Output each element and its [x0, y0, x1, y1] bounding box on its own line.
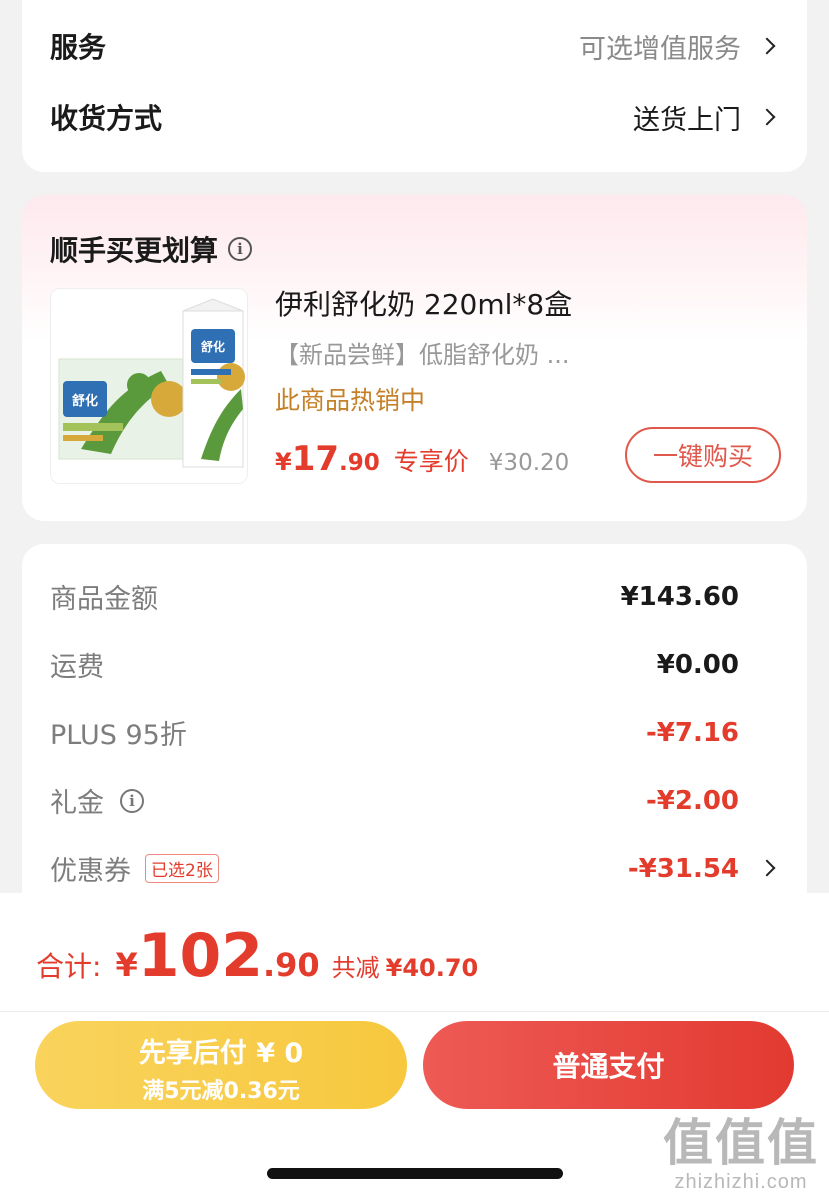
chevron-right-icon [758, 108, 776, 126]
subtotal-row: 商品金额 ¥143.60 [50, 577, 739, 616]
service-value: 可选增值服务 [579, 33, 741, 65]
coupon-selected-badge: 已选2张 [145, 854, 219, 883]
service-options-card: 服务 可选增值服务 收货方式 送货上门 [22, 0, 807, 172]
product-price: ¥ 17 .90 专享价 ¥30.20 [275, 439, 569, 479]
order-total: 合计: ¥ 102 .90 共减 ¥40.70 [36, 921, 478, 991]
promo-title: 顺手买更划算 i [50, 229, 253, 269]
shipping-value: ¥0.00 [656, 649, 739, 680]
total-saved-label: 共减 [331, 954, 380, 982]
coupon-label-text: 优惠券 [50, 856, 131, 887]
chevron-right-icon [758, 37, 776, 55]
watermark-text: 值值值 [663, 1115, 819, 1171]
divider [0, 1011, 829, 1012]
one-click-buy-button[interactable]: 一键购买 [625, 427, 781, 483]
plus-discount-row: PLUS 95折 -¥7.16 [50, 713, 739, 752]
hot-selling-text: 此商品热销中 [275, 386, 426, 415]
delivery-method-value: 送货上门 [633, 104, 741, 136]
svg-text:舒化: 舒化 [200, 339, 225, 354]
exclusive-price-tag: 专享价 [393, 447, 469, 476]
plus-discount-label: PLUS 95折 [50, 720, 187, 751]
service-label: 服务 [50, 31, 107, 64]
total-decimal: .90 [262, 946, 320, 984]
gift-cash-row: 礼金 i -¥2.00 [50, 781, 739, 820]
original-price: ¥30.20 [488, 450, 570, 476]
product-name[interactable]: 伊利舒化奶 220ml*8盒 [275, 283, 572, 323]
watermark-logo: 值值值 zhizhizhi.com [663, 1115, 819, 1194]
service-row[interactable]: 服务 可选增值服务 [50, 26, 779, 66]
total-saved-value: ¥40.70 [385, 954, 479, 982]
normal-pay-button[interactable]: 普通支付 [423, 1021, 794, 1109]
gift-cash-value: -¥2.00 [645, 785, 739, 816]
price-decimal: .90 [339, 450, 380, 476]
subtotal-label: 商品金额 [50, 584, 158, 615]
total-label: 合计: [36, 950, 102, 983]
price-currency: ¥ [275, 448, 292, 476]
amount-summary-card: 商品金额 ¥143.60 运费 ¥0.00 PLUS 95折 -¥7.16 礼金… [22, 544, 807, 944]
delivery-method-row[interactable]: 收货方式 送货上门 [50, 97, 779, 137]
delivery-method-label: 收货方式 [50, 102, 163, 135]
gift-cash-label: 礼金 i [50, 781, 144, 820]
coupon-row[interactable]: 优惠券 已选2张 -¥31.54 [50, 849, 739, 888]
promo-title-text: 顺手买更划算 [50, 234, 219, 267]
total-integer: 102 [137, 921, 263, 991]
pay-later-button[interactable]: 先享后付 ¥ 0 满5元减0.36元 [35, 1021, 407, 1109]
pay-later-promo: 满5元减0.36元 [142, 1079, 300, 1104]
product-image[interactable]: 舒化 舒化 [50, 288, 248, 484]
watermark-domain: zhizhizhi.com [674, 1171, 808, 1193]
plus-discount-value: -¥7.16 [645, 717, 739, 748]
shipping-row: 运费 ¥0.00 [50, 645, 739, 684]
svg-text:舒化: 舒化 [72, 393, 98, 409]
coupon-label: 优惠券 已选2张 [50, 849, 219, 888]
info-icon[interactable]: i [120, 788, 144, 813]
total-currency: ¥ [115, 946, 138, 984]
product-subtitle: 【新品尝鲜】低脂舒化奶 ... [275, 341, 570, 369]
chevron-right-icon[interactable] [758, 859, 776, 877]
subtotal-value: ¥143.60 [620, 581, 739, 612]
coupon-value: -¥31.54 [627, 853, 739, 884]
milk-box-illustration: 舒化 舒化 [51, 289, 247, 483]
home-indicator[interactable] [267, 1168, 563, 1179]
gift-cash-label-text: 礼金 [50, 788, 104, 819]
shipping-label: 运费 [50, 652, 104, 683]
price-integer: 17 [291, 439, 340, 479]
pay-later-title: 先享后付 ¥ 0 [138, 1038, 304, 1069]
info-icon[interactable]: i [228, 237, 253, 261]
add-on-promo-card: 顺手买更划算 i 舒化 舒化 伊利舒化奶 220ml*8盒 【新品尝鲜】低脂舒化 [22, 195, 807, 521]
